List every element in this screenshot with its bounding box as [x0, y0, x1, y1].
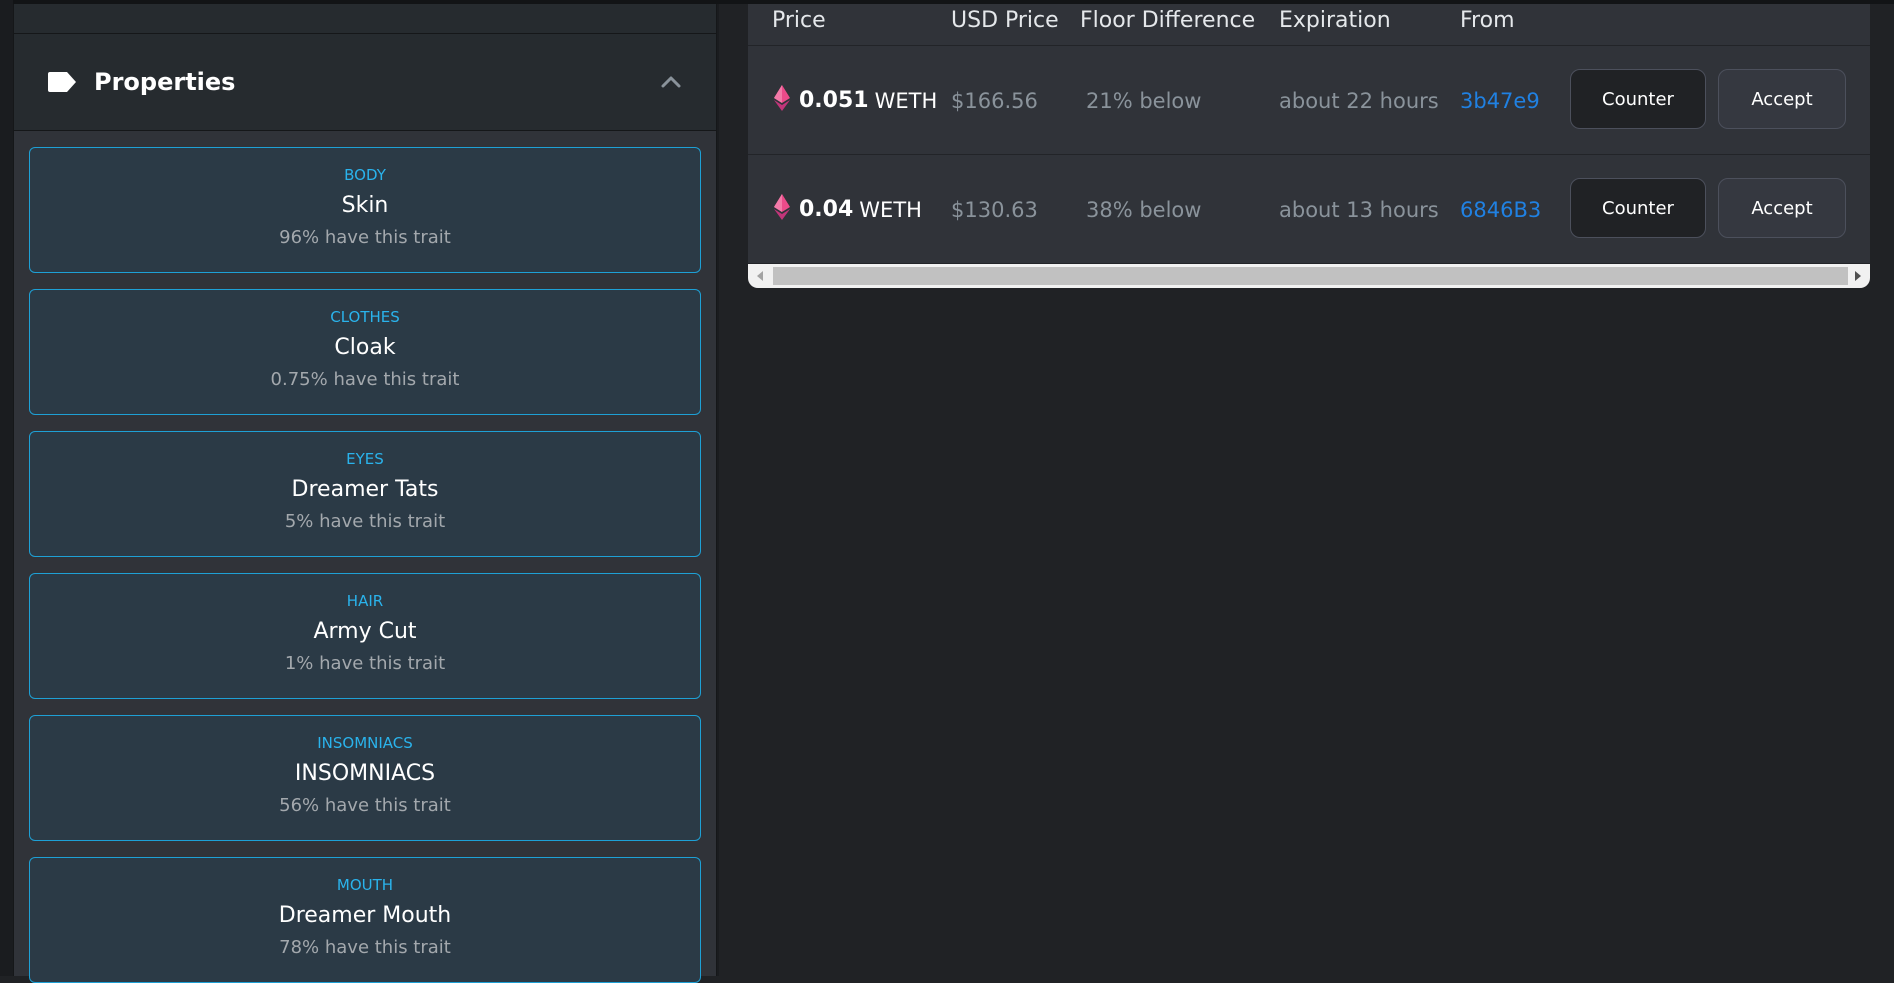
trait-rarity: 0.75% have this trait	[270, 369, 460, 390]
offer-price-currency: WETH	[859, 197, 922, 222]
offer-price-amount: 0.051	[799, 88, 869, 113]
offer-from-link[interactable]: 6846B3	[1460, 198, 1546, 222]
accept-button[interactable]: Accept	[1718, 69, 1846, 129]
trait-card[interactable]: HAIR Army Cut 1% have this trait	[29, 573, 701, 699]
offer-expiration: about 13 hours	[1279, 197, 1439, 222]
offer-from: 3b47e9	[1460, 46, 1546, 155]
trait-type: MOUTH	[336, 876, 394, 894]
column-header-floor-difference: Floor Difference	[1080, 8, 1256, 33]
offers-rows: 0.051 WETH $166.56 21% below about 22 hours 3…	[748, 46, 1870, 264]
trait-rarity: 78% have this trait	[279, 937, 451, 958]
offer-price: 0.051 WETH	[774, 46, 937, 155]
properties-title: Properties	[94, 68, 236, 96]
column-header-expiration: Expiration	[1279, 8, 1391, 33]
trait-value: Cloak	[334, 335, 396, 360]
trait-rarity: 5% have this trait	[284, 511, 446, 532]
trait-type: INSOMNIACS	[317, 734, 413, 752]
weth-icon	[774, 85, 799, 116]
trait-value: INSOMNIACS	[294, 761, 436, 786]
trait-type: HAIR	[346, 592, 384, 610]
offer-price: 0.04 WETH	[774, 155, 922, 264]
column-header-usd-price: USD Price	[951, 8, 1059, 33]
trait-value: Skin	[341, 193, 389, 218]
trait-card[interactable]: BODY Skin 96% have this trait	[29, 147, 701, 273]
trait-type: BODY	[344, 166, 386, 184]
trait-type: EYES	[346, 450, 384, 468]
offer-from-link[interactable]: 3b47e9	[1460, 89, 1546, 113]
column-header-price: Price	[772, 8, 826, 33]
trait-rarity: 1% have this trait	[284, 653, 446, 674]
trait-card[interactable]: INSOMNIACS INSOMNIACS 56% have this trait	[29, 715, 701, 841]
offer-floor-difference: 38% below	[1086, 197, 1202, 222]
trait-value: Dreamer Tats	[291, 477, 439, 502]
accept-button[interactable]: Accept	[1718, 178, 1846, 238]
trait-card[interactable]: CLOTHES Cloak 0.75% have this trait	[29, 289, 701, 415]
offer-expiration: about 22 hours	[1279, 88, 1439, 113]
traits-list: BODY Skin 96% have this trait CLOTHES Cloak 0…	[14, 131, 716, 983]
trait-rarity: 96% have this trait	[279, 227, 451, 248]
counter-button[interactable]: Counter	[1570, 178, 1706, 238]
offer-row: 0.051 WETH $166.56 21% below about 22 hours 3…	[748, 46, 1870, 155]
trait-card[interactable]: MOUTH Dreamer Mouth 78% have this trait	[29, 857, 701, 983]
offers-table-header: Price USD Price Floor Difference Expirat…	[748, 4, 1870, 46]
horizontal-scrollbar[interactable]	[748, 264, 1870, 288]
offer-row: 0.04 WETH $130.63 38% below about 13 hours 68…	[748, 155, 1870, 264]
offer-usd-price: $130.63	[951, 197, 1038, 222]
panel-divider	[717, 4, 719, 976]
panel-top-strip	[14, 4, 716, 34]
chevron-up-icon[interactable]	[660, 71, 682, 93]
tag-icon	[47, 71, 78, 93]
offer-from: 6846B3	[1460, 155, 1546, 264]
scroll-right-icon[interactable]	[1846, 264, 1870, 288]
trait-value: Dreamer Mouth	[278, 903, 452, 928]
offer-price-amount: 0.04	[799, 197, 854, 222]
offer-price-currency: WETH	[874, 88, 938, 113]
scroll-left-icon[interactable]	[748, 264, 772, 288]
properties-panel: Properties BODY Skin 96% have this trait CL…	[13, 4, 717, 983]
offers-table: Price USD Price Floor Difference Expirat…	[748, 4, 1870, 288]
trait-card[interactable]: EYES Dreamer Tats 5% have this trait	[29, 431, 701, 557]
trait-rarity: 56% have this trait	[279, 795, 451, 816]
counter-button[interactable]: Counter	[1570, 69, 1706, 129]
column-header-from: From	[1460, 8, 1515, 33]
offer-floor-difference: 21% below	[1086, 88, 1202, 113]
trait-value: Army Cut	[313, 619, 417, 644]
left-gutter	[0, 0, 13, 976]
scrollbar-thumb[interactable]	[773, 267, 1848, 285]
offer-usd-price: $166.56	[951, 88, 1038, 113]
weth-icon	[774, 194, 799, 225]
trait-type: CLOTHES	[330, 308, 400, 326]
properties-header[interactable]: Properties	[14, 34, 716, 131]
